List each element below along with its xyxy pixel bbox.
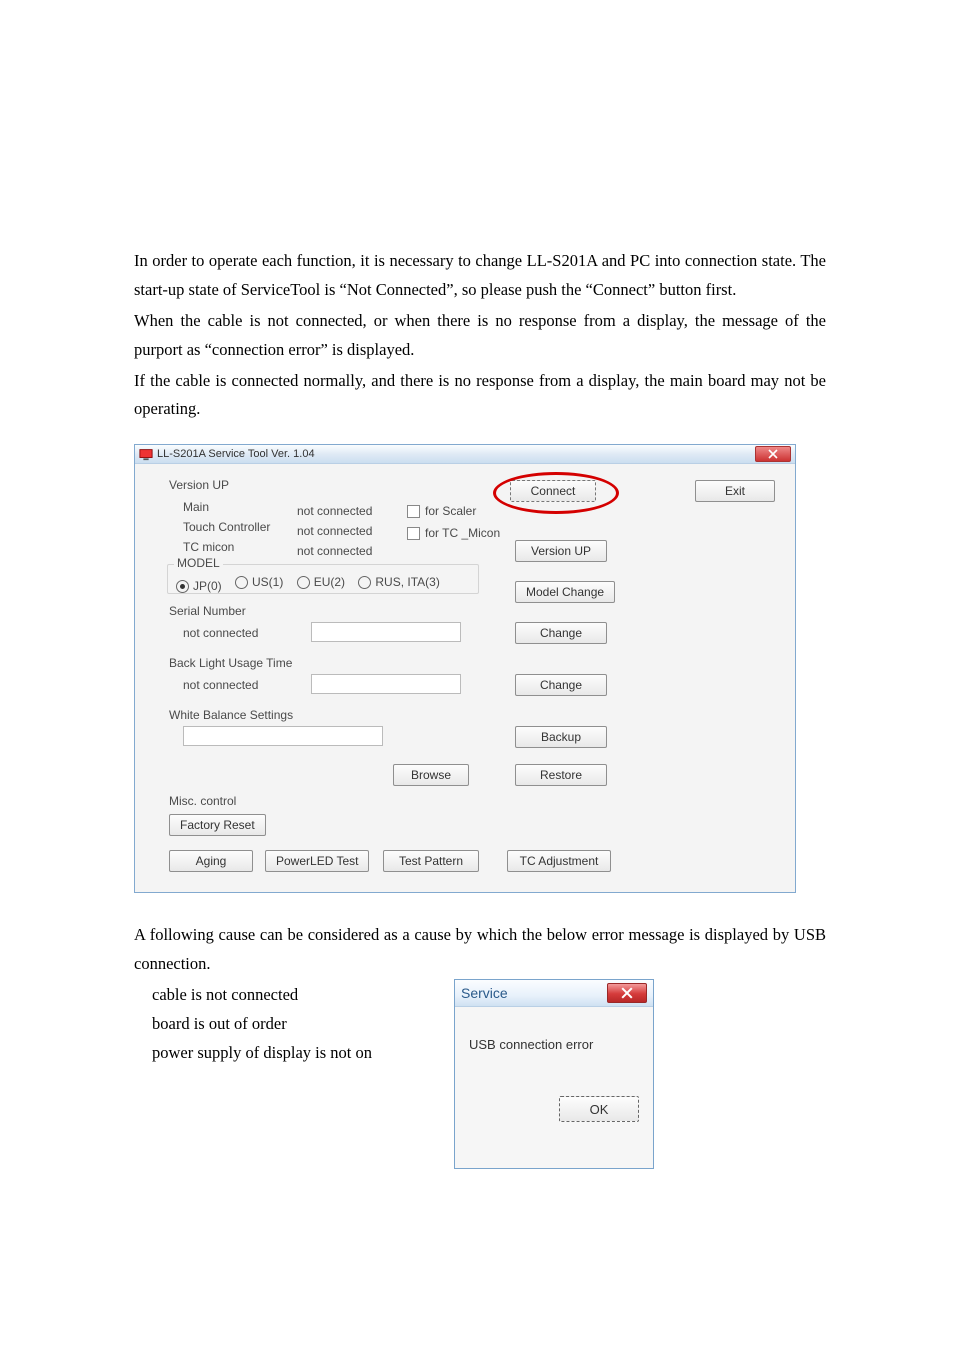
model-group: MODEL JP(0) US(1) EU(2) RUS, ITA(3) xyxy=(167,564,479,594)
backlight-input[interactable] xyxy=(311,674,461,694)
radio-jp[interactable]: JP(0) xyxy=(176,579,222,593)
factory-reset-button[interactable]: Factory Reset xyxy=(169,814,266,836)
close-button[interactable] xyxy=(755,446,791,462)
model-legend: MODEL xyxy=(174,556,223,570)
backup-button[interactable]: Backup xyxy=(515,726,607,748)
for-tc-micon-checkbox[interactable]: for TC _Micon xyxy=(407,526,500,540)
dialog-title-bar: Service xyxy=(455,980,653,1007)
radio-us[interactable]: US(1) xyxy=(235,575,283,589)
touch-status: not connected xyxy=(297,524,372,538)
backlight-status: not connected xyxy=(183,678,258,692)
app-icon xyxy=(139,447,153,461)
powerled-test-button[interactable]: PowerLED Test xyxy=(265,850,369,872)
paragraph-3: If the cable is connected normally, and … xyxy=(134,367,826,425)
main-status: not connected xyxy=(297,504,372,518)
service-tool-window: LL-S201A Service Tool Ver. 1.04 Connect … xyxy=(134,444,796,893)
model-change-button[interactable]: Model Change xyxy=(515,581,615,603)
restore-button[interactable]: Restore xyxy=(515,764,607,786)
for-scaler-label: for Scaler xyxy=(425,504,476,518)
for-scaler-checkbox[interactable]: for Scaler xyxy=(407,504,476,518)
close-icon xyxy=(768,449,778,459)
paragraph-1: In order to operate each function, it is… xyxy=(134,247,826,305)
window-title-bar: LL-S201A Service Tool Ver. 1.04 xyxy=(135,445,795,464)
dialog-title: Service xyxy=(461,985,508,1001)
radio-rus[interactable]: RUS, ITA(3) xyxy=(358,575,439,589)
aging-button[interactable]: Aging xyxy=(169,850,253,872)
serial-input[interactable] xyxy=(311,622,461,642)
radio-jp-label: JP(0) xyxy=(193,579,222,593)
exit-button[interactable]: Exit xyxy=(695,480,775,502)
wb-label: White Balance Settings xyxy=(169,708,293,722)
tcmicon-status: not connected xyxy=(297,544,372,558)
backlight-label: Back Light Usage Time xyxy=(169,656,292,670)
paragraph-4: A following cause can be considered as a… xyxy=(134,921,826,979)
version-up-label: Version UP xyxy=(169,478,229,492)
dialog-close-button[interactable] xyxy=(607,983,647,1003)
serial-change-button[interactable]: Change xyxy=(515,622,607,644)
browse-button[interactable]: Browse xyxy=(393,764,469,786)
wb-input[interactable] xyxy=(183,726,383,746)
radio-eu[interactable]: EU(2) xyxy=(297,575,345,589)
for-tc-micon-label: for TC _Micon xyxy=(425,526,500,540)
serial-label: Serial Number xyxy=(169,604,246,618)
serial-status: not connected xyxy=(183,626,258,640)
touch-controller-label: Touch Controller xyxy=(183,520,270,534)
dialog-message: USB connection error xyxy=(469,1037,639,1052)
radio-rus-label: RUS, ITA(3) xyxy=(375,575,439,589)
main-label: Main xyxy=(183,500,209,514)
radio-us-label: US(1) xyxy=(252,575,283,589)
close-icon xyxy=(621,987,633,999)
test-pattern-button[interactable]: Test Pattern xyxy=(383,850,479,872)
connect-button[interactable]: Connect xyxy=(510,480,596,502)
version-up-button[interactable]: Version UP xyxy=(515,540,607,562)
service-dialog: Service USB connection error OK xyxy=(454,979,654,1169)
misc-label: Misc. control xyxy=(169,794,236,808)
tc-adjustment-button[interactable]: TC Adjustment xyxy=(507,850,611,872)
paragraph-2: When the cable is not connected, or when… xyxy=(134,307,826,365)
tc-micon-label: TC micon xyxy=(183,540,234,554)
window-title: LL-S201A Service Tool Ver. 1.04 xyxy=(157,448,315,460)
backlight-change-button[interactable]: Change xyxy=(515,674,607,696)
dialog-ok-button[interactable]: OK xyxy=(559,1096,639,1122)
radio-eu-label: EU(2) xyxy=(314,575,345,589)
